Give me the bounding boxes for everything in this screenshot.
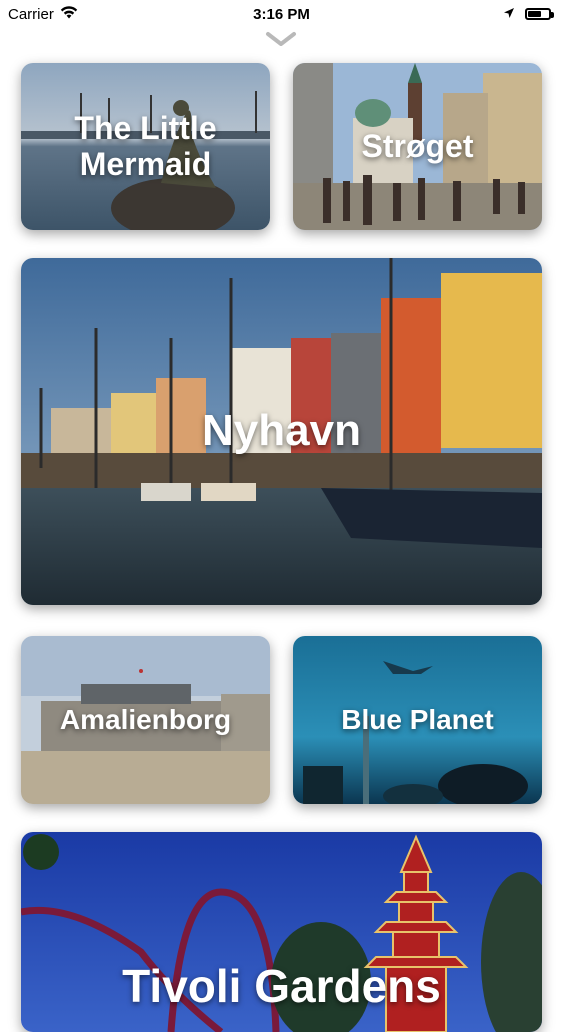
card-title: Amalienborg bbox=[59, 703, 232, 735]
card-blue-planet[interactable]: Blue Planet bbox=[293, 636, 542, 804]
card-nyhavn[interactable]: Nyhavn bbox=[21, 258, 542, 605]
status-time: 3:16 PM bbox=[253, 5, 310, 23]
carrier-label: Carrier bbox=[8, 5, 54, 23]
card-little-mermaid[interactable]: The Little Mermaid bbox=[21, 63, 270, 230]
card-title: Strøget bbox=[361, 127, 474, 164]
card-tivoli-gardens[interactable]: Tivoli Gardens bbox=[21, 832, 542, 1032]
battery-icon bbox=[525, 8, 554, 20]
card-title: The Little Mermaid bbox=[74, 110, 217, 182]
card-stroget[interactable]: Strøget bbox=[293, 63, 542, 230]
status-bar: Carrier 3:16 PM bbox=[0, 0, 563, 28]
wifi-icon bbox=[60, 5, 78, 23]
card-title: Tivoli Gardens bbox=[122, 960, 441, 1013]
card-amalienborg[interactable]: Amalienborg bbox=[21, 636, 270, 804]
status-left: Carrier bbox=[0, 6, 78, 23]
chevron-down-icon[interactable] bbox=[265, 30, 297, 48]
card-title: Nyhavn bbox=[202, 406, 361, 456]
card-title: Blue Planet bbox=[341, 703, 494, 735]
status-right bbox=[503, 6, 563, 23]
location-arrow-icon bbox=[503, 6, 515, 23]
